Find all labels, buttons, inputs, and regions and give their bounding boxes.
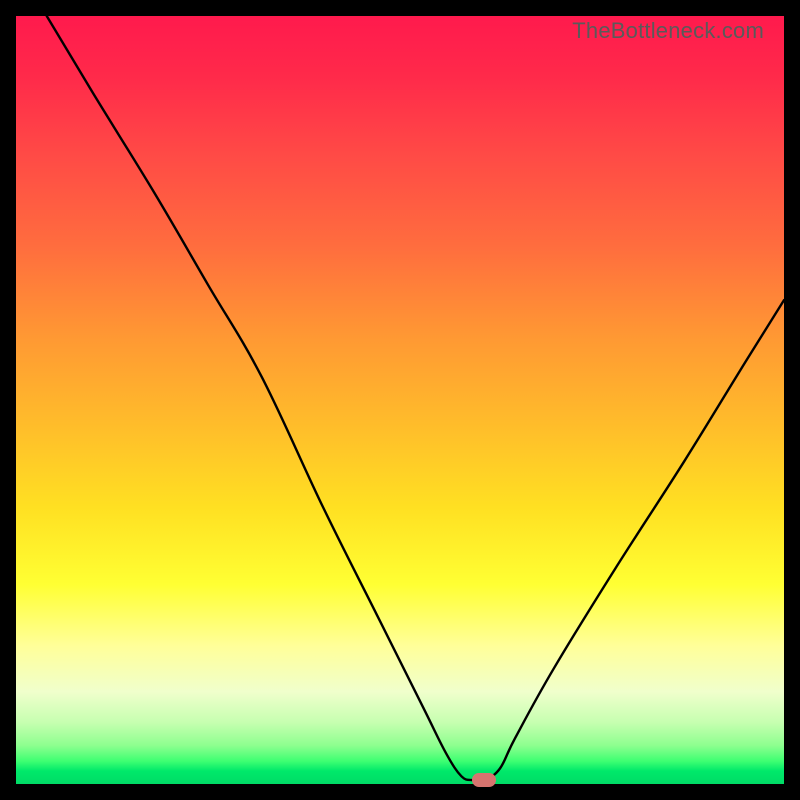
optimal-point-marker	[472, 773, 496, 787]
bottleneck-curve	[16, 16, 784, 784]
plot-area: TheBottleneck.com	[16, 16, 784, 784]
chart-frame: TheBottleneck.com	[0, 0, 800, 800]
